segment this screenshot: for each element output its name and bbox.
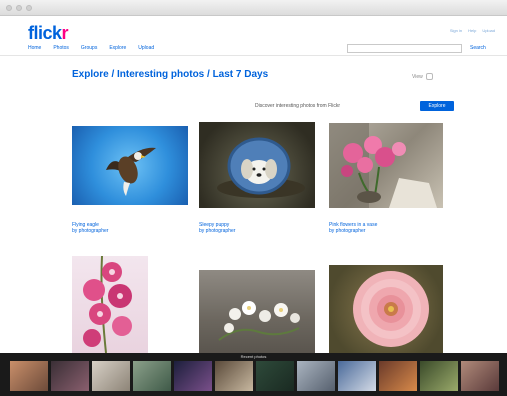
logo-text: flickr xyxy=(28,23,69,43)
window-minimize-icon[interactable] xyxy=(16,5,22,11)
white-flowers-image xyxy=(218,301,300,341)
search-button[interactable]: Search xyxy=(470,45,486,51)
help-link[interactable]: Help xyxy=(468,28,476,33)
thumbnail-row xyxy=(10,361,499,391)
promo-button[interactable]: Explore xyxy=(420,101,454,111)
photo-author-link[interactable]: by photographer xyxy=(72,228,188,234)
strip-thumbnail[interactable] xyxy=(379,361,417,391)
eagle-image xyxy=(106,147,156,196)
nav-item-groups[interactable]: Groups xyxy=(81,45,97,51)
puppy-image xyxy=(217,137,305,198)
main-nav: Home Photos Groups Explore Upload xyxy=(28,45,154,51)
nav-item-photos[interactable]: Photos xyxy=(53,45,69,51)
window-close-icon[interactable] xyxy=(6,5,12,11)
strip-thumbnail[interactable] xyxy=(133,361,171,391)
strip-thumbnail[interactable] xyxy=(420,361,458,391)
search-input[interactable] xyxy=(347,44,462,53)
window-maximize-icon[interactable] xyxy=(26,5,32,11)
sign-in-link[interactable]: Sign in xyxy=(450,28,462,33)
photo-caption-eagle: Flying eagle by photographer xyxy=(72,222,188,234)
strip-thumbnail[interactable] xyxy=(10,361,48,391)
flowers-vase-image xyxy=(329,123,437,208)
strip-thumbnail[interactable] xyxy=(215,361,253,391)
photo-tile-puppy[interactable] xyxy=(199,122,315,208)
pink-orchid-image xyxy=(83,256,132,353)
strip-thumbnail[interactable] xyxy=(51,361,89,391)
strip-thumbnail[interactable] xyxy=(461,361,499,391)
nav-item-home[interactable]: Home xyxy=(28,45,41,51)
upload-link[interactable]: Upload xyxy=(482,28,495,33)
photo-tile-pink-orchid[interactable] xyxy=(72,256,148,353)
strip-thumbnail[interactable] xyxy=(338,361,376,391)
chevron-down-icon xyxy=(425,73,433,80)
strip-thumbnail[interactable] xyxy=(174,361,212,391)
page-title: Explore / Interesting photos / Last 7 Da… xyxy=(72,69,269,80)
photo-tile-eagle[interactable] xyxy=(72,126,188,205)
pink-rose-image xyxy=(353,271,429,347)
strip-thumbnail[interactable] xyxy=(256,361,294,391)
account-links: Sign in Help Upload xyxy=(450,28,495,33)
photo-author-link[interactable]: by photographer xyxy=(199,228,315,234)
view-selector-label: View xyxy=(412,73,423,80)
strip-thumbnail[interactable] xyxy=(92,361,130,391)
strip-thumbnail[interactable] xyxy=(297,361,335,391)
photo-tile-pink-rose[interactable] xyxy=(329,265,443,353)
photo-author-link[interactable]: by photographer xyxy=(329,228,443,234)
window-titlebar xyxy=(0,0,507,16)
site-header: flickr Home Photos Groups Explore Upload… xyxy=(0,16,507,56)
flickr-logo[interactable]: flickr xyxy=(28,23,70,44)
photo-tile-white-flowers[interactable] xyxy=(199,270,315,353)
nav-item-explore[interactable]: Explore xyxy=(109,45,126,51)
photo-tile-flowers-vase[interactable] xyxy=(329,123,443,208)
photo-caption-puppy: Sleepy puppy by photographer xyxy=(199,222,315,234)
promo-text: Discover interesting photos from Flickr xyxy=(255,103,341,109)
view-selector[interactable]: View xyxy=(412,73,433,80)
nav-item-upload[interactable]: Upload xyxy=(138,45,154,51)
photo-caption-flowers-vase: Pink flowers in a vase by photographer xyxy=(329,222,443,234)
photo-strip-label: Recent photos xyxy=(240,354,267,359)
